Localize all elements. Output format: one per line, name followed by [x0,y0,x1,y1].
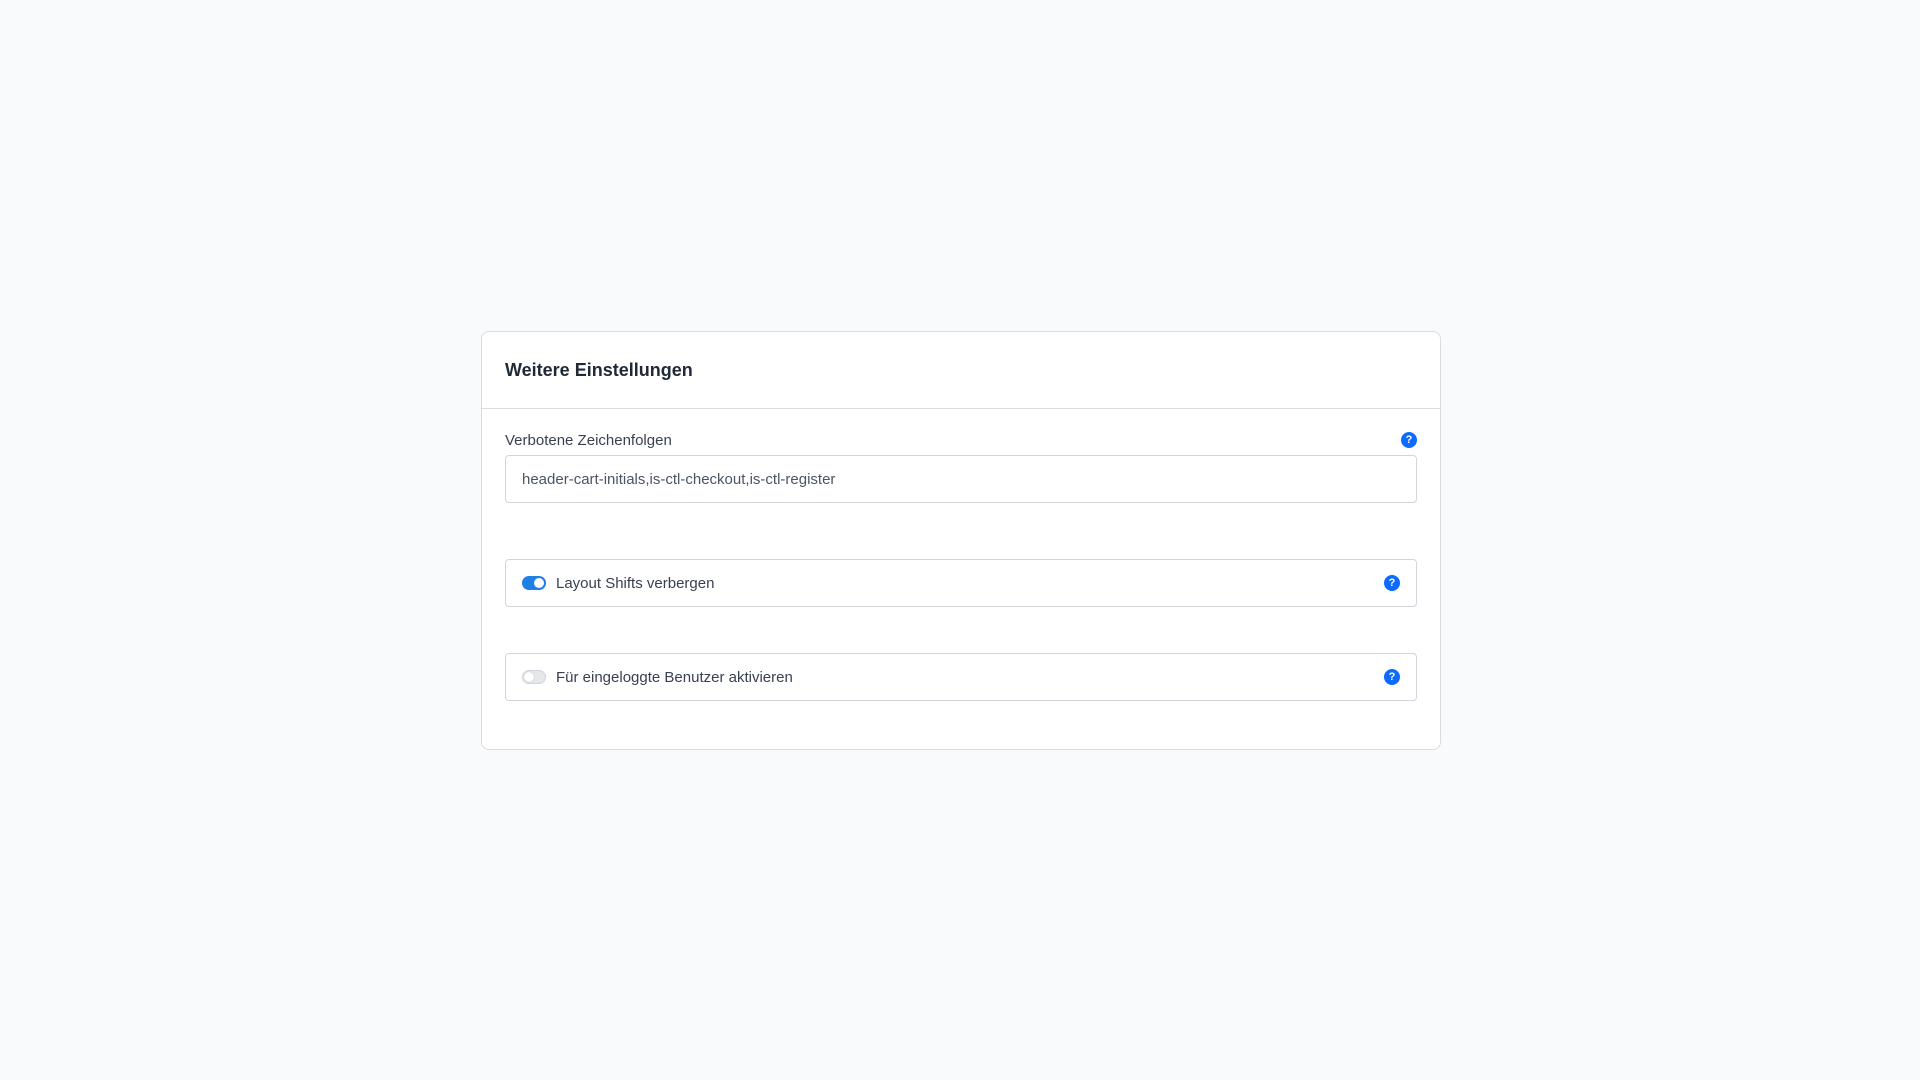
toggle-row-logged-in-users: Für eingeloggte Benutzer aktivieren ? [505,653,1417,701]
card-body: Verbotene Zeichenfolgen ? Layout Shifts … [482,409,1440,701]
field-label-row: Verbotene Zeichenfolgen ? [505,431,1417,449]
forbidden-strings-input[interactable] [505,455,1417,503]
logged-in-users-switch[interactable] [522,670,546,684]
forbidden-strings-field: Verbotene Zeichenfolgen ? [505,431,1417,503]
card-title: Weitere Einstellungen [505,359,693,380]
logged-in-users-label: Für eingeloggte Benutzer aktivieren [556,668,793,686]
hide-layout-shifts-switch[interactable] [522,576,546,590]
card-header: Weitere Einstellungen [482,332,1440,409]
switch-knob [524,672,534,682]
settings-card: Weitere Einstellungen Verbotene Zeichenf… [481,331,1441,750]
switch-knob [534,578,544,588]
hide-layout-shifts-label: Layout Shifts verbergen [556,574,715,592]
toggle-row-hide-layout-shifts: Layout Shifts verbergen ? [505,559,1417,607]
forbidden-strings-label: Verbotene Zeichenfolgen [505,431,672,449]
question-icon[interactable]: ? [1384,575,1400,591]
question-icon[interactable]: ? [1384,669,1400,685]
question-icon[interactable]: ? [1401,432,1417,448]
